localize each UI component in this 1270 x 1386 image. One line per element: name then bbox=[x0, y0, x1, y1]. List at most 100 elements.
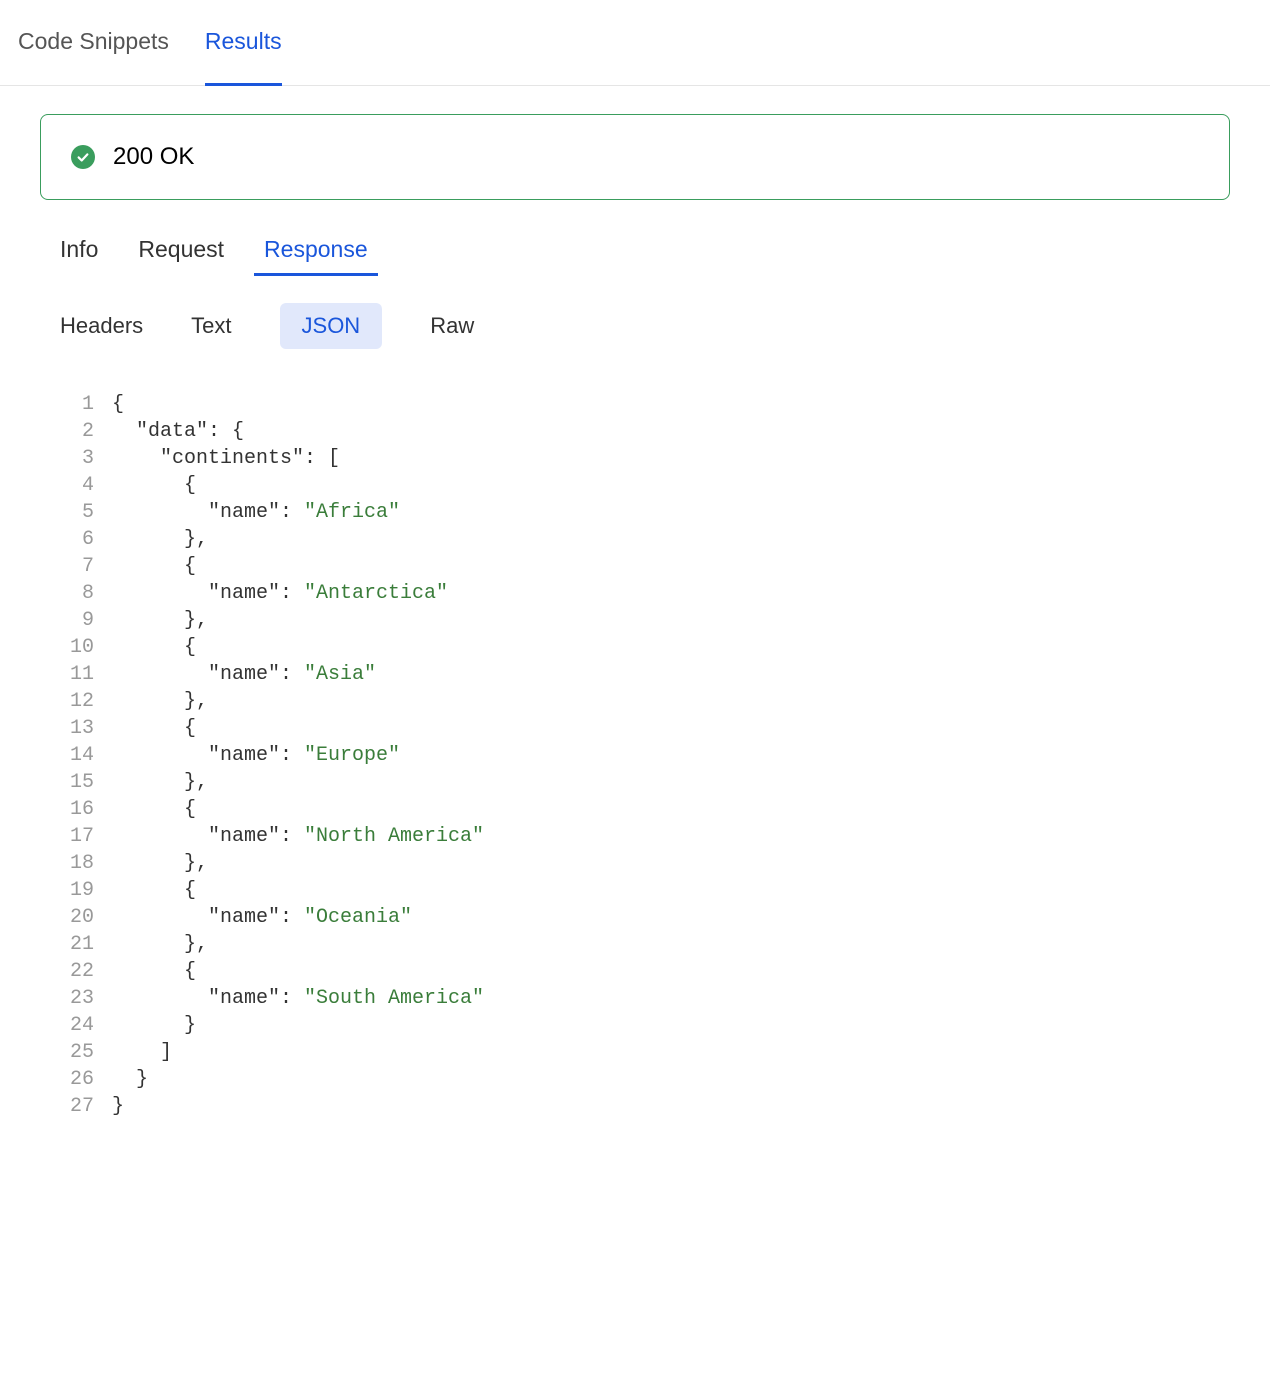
line-number: 10 bbox=[60, 634, 94, 661]
sub-tab-request[interactable]: Request bbox=[138, 236, 224, 275]
json-string: "Asia" bbox=[304, 663, 376, 686]
code-line: 5 "name": "Africa" bbox=[60, 499, 1230, 526]
code-text: "name": "Europe" bbox=[112, 742, 400, 769]
code-line: 24 } bbox=[60, 1012, 1230, 1039]
line-number: 8 bbox=[60, 580, 94, 607]
code-line: 3 "continents": [ bbox=[60, 445, 1230, 472]
code-line: 8 "name": "Antarctica" bbox=[60, 580, 1230, 607]
code-line: 26 } bbox=[60, 1066, 1230, 1093]
status-box: 200 OK bbox=[40, 114, 1230, 200]
json-string: "North America" bbox=[304, 825, 484, 848]
line-number: 12 bbox=[60, 688, 94, 715]
code-text: "name": "Antarctica" bbox=[112, 580, 448, 607]
line-number: 18 bbox=[60, 850, 94, 877]
sub-tab-info[interactable]: Info bbox=[60, 236, 98, 275]
line-number: 25 bbox=[60, 1039, 94, 1066]
code-text: "name": "South America" bbox=[112, 985, 484, 1012]
top-tab-code-snippets[interactable]: Code Snippets bbox=[18, 28, 169, 85]
line-number: 23 bbox=[60, 985, 94, 1012]
line-number: 1 bbox=[60, 391, 94, 418]
line-number: 17 bbox=[60, 823, 94, 850]
status-text: 200 OK bbox=[113, 143, 194, 171]
top-tab-results[interactable]: Results bbox=[205, 28, 282, 85]
sub-tab-response[interactable]: Response bbox=[264, 236, 368, 275]
code-text: } bbox=[112, 1012, 196, 1039]
code-line: 12 }, bbox=[60, 688, 1230, 715]
format-tab-json[interactable]: JSON bbox=[280, 303, 383, 349]
code-text: { bbox=[112, 472, 196, 499]
json-string: "Oceania" bbox=[304, 906, 412, 929]
code-line: 9 }, bbox=[60, 607, 1230, 634]
code-text: ] bbox=[112, 1039, 172, 1066]
line-number: 9 bbox=[60, 607, 94, 634]
line-number: 15 bbox=[60, 769, 94, 796]
code-text: "continents": [ bbox=[112, 445, 340, 472]
line-number: 3 bbox=[60, 445, 94, 472]
code-line: 21 }, bbox=[60, 931, 1230, 958]
code-line: 6 }, bbox=[60, 526, 1230, 553]
line-number: 24 bbox=[60, 1012, 94, 1039]
code-line: 20 "name": "Oceania" bbox=[60, 904, 1230, 931]
code-line: 25 ] bbox=[60, 1039, 1230, 1066]
format-tabs: Headers Text JSON Raw bbox=[40, 303, 1230, 349]
code-text: { bbox=[112, 634, 196, 661]
line-number: 11 bbox=[60, 661, 94, 688]
json-string: "Europe" bbox=[304, 744, 400, 767]
line-number: 20 bbox=[60, 904, 94, 931]
json-code-block: 1{2 "data": {3 "continents": [4 {5 "name… bbox=[40, 391, 1230, 1120]
code-line: 1{ bbox=[60, 391, 1230, 418]
json-string: "Africa" bbox=[304, 501, 400, 524]
success-icon bbox=[71, 145, 95, 169]
line-number: 7 bbox=[60, 553, 94, 580]
code-text: } bbox=[112, 1066, 148, 1093]
code-text: "name": "Africa" bbox=[112, 499, 400, 526]
line-number: 22 bbox=[60, 958, 94, 985]
content: 200 OK Info Request Response Headers Text JS… bbox=[0, 86, 1270, 1148]
line-number: 26 bbox=[60, 1066, 94, 1093]
line-number: 4 bbox=[60, 472, 94, 499]
code-text: { bbox=[112, 877, 196, 904]
line-number: 6 bbox=[60, 526, 94, 553]
format-tab-text[interactable]: Text bbox=[191, 303, 231, 349]
line-number: 19 bbox=[60, 877, 94, 904]
code-line: 13 { bbox=[60, 715, 1230, 742]
code-line: 27} bbox=[60, 1093, 1230, 1120]
code-line: 15 }, bbox=[60, 769, 1230, 796]
top-tabs: Code Snippets Results bbox=[0, 0, 1270, 86]
line-number: 5 bbox=[60, 499, 94, 526]
code-line: 7 { bbox=[60, 553, 1230, 580]
code-line: 23 "name": "South America" bbox=[60, 985, 1230, 1012]
code-line: 4 { bbox=[60, 472, 1230, 499]
code-text: "data": { bbox=[112, 418, 244, 445]
code-text: }, bbox=[112, 688, 208, 715]
code-line: 22 { bbox=[60, 958, 1230, 985]
code-text: } bbox=[112, 1093, 124, 1120]
format-tab-headers[interactable]: Headers bbox=[60, 303, 143, 349]
line-number: 21 bbox=[60, 931, 94, 958]
code-text: "name": "North America" bbox=[112, 823, 484, 850]
code-line: 11 "name": "Asia" bbox=[60, 661, 1230, 688]
code-text: { bbox=[112, 796, 196, 823]
format-tab-raw[interactable]: Raw bbox=[430, 303, 474, 349]
code-text: }, bbox=[112, 607, 208, 634]
code-text: { bbox=[112, 715, 196, 742]
code-line: 17 "name": "North America" bbox=[60, 823, 1230, 850]
code-text: { bbox=[112, 958, 196, 985]
code-line: 14 "name": "Europe" bbox=[60, 742, 1230, 769]
json-string: "Antarctica" bbox=[304, 582, 448, 605]
code-line: 16 { bbox=[60, 796, 1230, 823]
code-text: "name": "Asia" bbox=[112, 661, 376, 688]
code-text: }, bbox=[112, 769, 208, 796]
code-text: "name": "Oceania" bbox=[112, 904, 412, 931]
code-text: { bbox=[112, 391, 124, 418]
code-line: 2 "data": { bbox=[60, 418, 1230, 445]
code-line: 10 { bbox=[60, 634, 1230, 661]
sub-tabs: Info Request Response bbox=[40, 236, 1230, 275]
line-number: 16 bbox=[60, 796, 94, 823]
line-number: 14 bbox=[60, 742, 94, 769]
code-line: 18 }, bbox=[60, 850, 1230, 877]
code-text: { bbox=[112, 553, 196, 580]
json-string: "South America" bbox=[304, 987, 484, 1010]
code-line: 19 { bbox=[60, 877, 1230, 904]
code-text: }, bbox=[112, 850, 208, 877]
